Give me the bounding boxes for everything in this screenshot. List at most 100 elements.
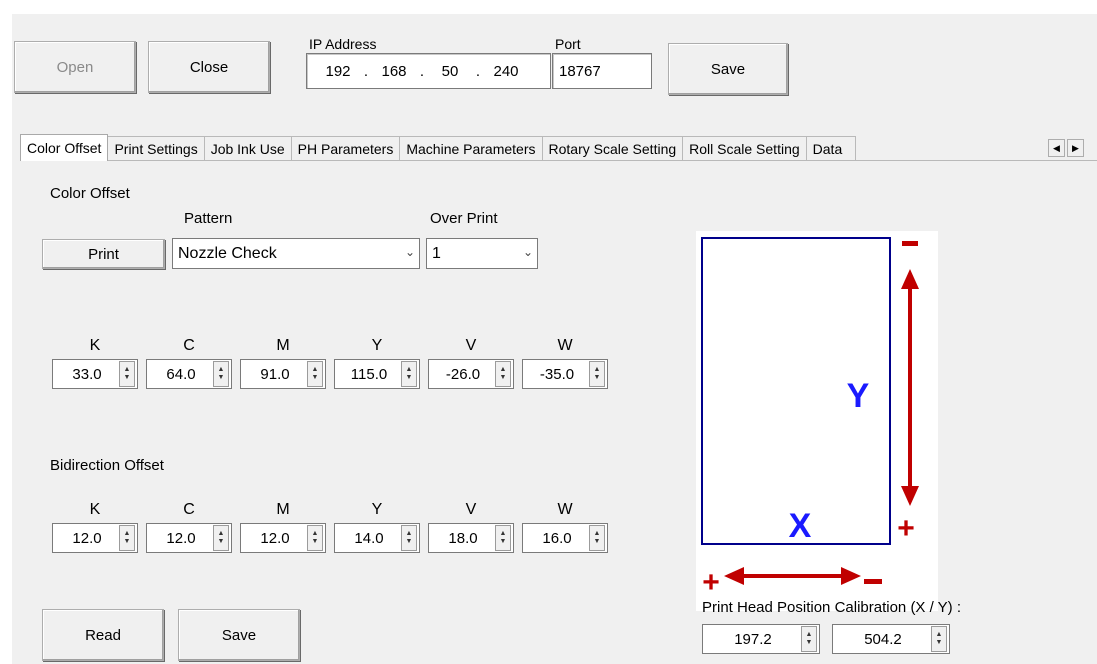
ip-address-field[interactable]: 192 . 168 . 50 . 240 [306, 53, 551, 89]
spinner-value: 115.0 [350, 365, 388, 383]
bidir-label-c: C [183, 501, 195, 518]
close-label: Close [189, 58, 229, 76]
print-label: Print [88, 245, 119, 263]
calibration-x-spinner[interactable]: 197.2 ▲ ▼ [702, 624, 820, 654]
tab-machine-parameters[interactable]: Machine Parameters [399, 136, 543, 160]
ip-address-label: IP Address [309, 36, 377, 52]
save-label: Save [221, 626, 257, 644]
bidir-v-spinner[interactable]: 18.0 ▲ ▼ [428, 523, 514, 553]
spin-arrows-icon[interactable]: ▲ ▼ [589, 361, 605, 387]
y-axis-letter: Y [847, 377, 870, 415]
pattern-select[interactable]: Nozzle Check ⌄ [172, 238, 420, 269]
print-area-diagram: + + Y X [696, 231, 938, 611]
open-button[interactable]: Open [14, 41, 136, 93]
spin-arrows-icon[interactable]: ▲ ▼ [213, 525, 229, 551]
x-plus-icon: + [702, 566, 720, 599]
tab-ph-parameters[interactable]: PH Parameters [290, 136, 401, 160]
spinner-value: 16.0 [542, 529, 572, 547]
bidirection-offset-title: Bidirection Offset [50, 457, 164, 474]
tab-scroll-right-icon[interactable]: ▶ [1067, 139, 1084, 157]
color-offset-w-spinner[interactable]: -35.0 ▲ ▼ [522, 359, 608, 389]
save-connection-label: Save [710, 60, 746, 78]
over-print-label: Over Print [430, 210, 498, 227]
spin-arrows-icon[interactable]: ▲ ▼ [119, 361, 135, 387]
bidir-c-spinner[interactable]: 12.0 ▲ ▼ [146, 523, 232, 553]
spin-arrows-icon[interactable]: ▲ ▼ [495, 361, 511, 387]
spinner-value: 12.0 [72, 529, 102, 547]
bidir-y-spinner[interactable]: 14.0 ▲ ▼ [334, 523, 420, 553]
spinner-value: 504.2 [864, 630, 902, 648]
bidir-label-y: Y [371, 501, 383, 518]
channel-label-w: W [557, 337, 573, 354]
over-print-select[interactable]: 1 ⌄ [426, 238, 538, 269]
spin-arrows-icon[interactable]: ▲ ▼ [307, 361, 323, 387]
ip-octet-1[interactable]: 192 [315, 63, 361, 80]
open-label: Open [56, 58, 94, 76]
tab-roll-scale-setting[interactable]: Roll Scale Setting [682, 136, 807, 160]
pattern-label: Pattern [184, 210, 233, 227]
spinner-value: 14.0 [354, 529, 384, 547]
spin-arrows-icon[interactable]: ▲ ▼ [589, 525, 605, 551]
y-minus-icon [902, 241, 918, 246]
color-offset-k-spinner[interactable]: 33.0 ▲ ▼ [52, 359, 138, 389]
tab-print-settings[interactable]: Print Settings [107, 136, 205, 160]
ip-octet-4[interactable]: 240 [483, 63, 529, 80]
tab-color-offset[interactable]: Color Offset [20, 134, 109, 161]
tab-job-ink-use[interactable]: Job Ink Use [203, 136, 292, 160]
read-label: Read [85, 626, 121, 644]
ip-octet-3[interactable]: 50 [427, 63, 473, 80]
channel-label-k: K [89, 337, 101, 354]
spin-arrows-icon[interactable]: ▲ ▼ [401, 525, 417, 551]
channel-label-v: V [465, 337, 477, 354]
calibration-label: Print Head Position Calibration (X / Y) … [702, 599, 962, 616]
port-field[interactable]: 18767 [552, 53, 652, 89]
tab-scroll-left-icon[interactable]: ◀ [1048, 139, 1065, 157]
channel-label-m: M [276, 337, 290, 354]
spin-arrows-icon[interactable]: ▲ ▼ [213, 361, 229, 387]
calibration-y-spinner[interactable]: 504.2 ▲ ▼ [832, 624, 950, 654]
bidir-label-k: K [89, 501, 101, 518]
color-offset-c-spinner[interactable]: 64.0 ▲ ▼ [146, 359, 232, 389]
bidir-m-spinner[interactable]: 12.0 ▲ ▼ [240, 523, 326, 553]
bidir-label-v: V [465, 501, 477, 518]
spinner-value: 12.0 [166, 529, 196, 547]
spin-arrows-icon[interactable]: ▲ ▼ [495, 525, 511, 551]
bidir-w-spinner[interactable]: 16.0 ▲ ▼ [522, 523, 608, 553]
spinner-value: -26.0 [445, 365, 481, 383]
spin-arrows-icon[interactable]: ▲ ▼ [119, 525, 135, 551]
color-offset-y-spinner[interactable]: 115.0 ▲ ▼ [334, 359, 420, 389]
app-window: Open Close IP Address 192 . 168 . 50 . 2… [12, 14, 1097, 664]
chevron-down-icon: ⌄ [522, 245, 533, 259]
close-button[interactable]: Close [148, 41, 270, 93]
channel-label-c: C [183, 337, 195, 354]
tab-data[interactable]: Data [805, 136, 856, 160]
color-offset-title: Color Offset [50, 185, 130, 202]
read-button[interactable]: Read [42, 609, 164, 661]
spin-arrows-icon[interactable]: ▲ ▼ [801, 626, 817, 652]
port-value: 18767 [559, 62, 601, 80]
over-print-value: 1 [432, 244, 441, 262]
pattern-value: Nozzle Check [178, 244, 277, 262]
spinner-value: 33.0 [72, 365, 102, 383]
spinner-value: 18.0 [448, 529, 478, 547]
spinner-value: 64.0 [166, 365, 196, 383]
color-offset-panel: Color Offset Pattern Over Print Print No… [20, 160, 1097, 664]
bidir-label-m: M [276, 501, 290, 518]
channel-label-y: Y [371, 337, 383, 354]
ip-octet-2[interactable]: 168 [371, 63, 417, 80]
spin-arrows-icon[interactable]: ▲ ▼ [307, 525, 323, 551]
bidir-k-spinner[interactable]: 12.0 ▲ ▼ [52, 523, 138, 553]
ip-dot: . [475, 62, 481, 80]
spinner-value: -35.0 [539, 365, 575, 383]
bidir-label-w: W [557, 501, 573, 518]
print-button[interactable]: Print [42, 239, 165, 269]
save-connection-button[interactable]: Save [668, 43, 788, 95]
save-button[interactable]: Save [178, 609, 300, 661]
color-offset-m-spinner[interactable]: 91.0 ▲ ▼ [240, 359, 326, 389]
tab-rotary-scale-setting[interactable]: Rotary Scale Setting [541, 136, 684, 160]
ip-dot: . [419, 62, 425, 80]
color-offset-v-spinner[interactable]: -26.0 ▲ ▼ [428, 359, 514, 389]
spin-arrows-icon[interactable]: ▲ ▼ [931, 626, 947, 652]
tab-bar: Color Offset Print Settings Job Ink Use … [20, 134, 856, 161]
spin-arrows-icon[interactable]: ▲ ▼ [401, 361, 417, 387]
